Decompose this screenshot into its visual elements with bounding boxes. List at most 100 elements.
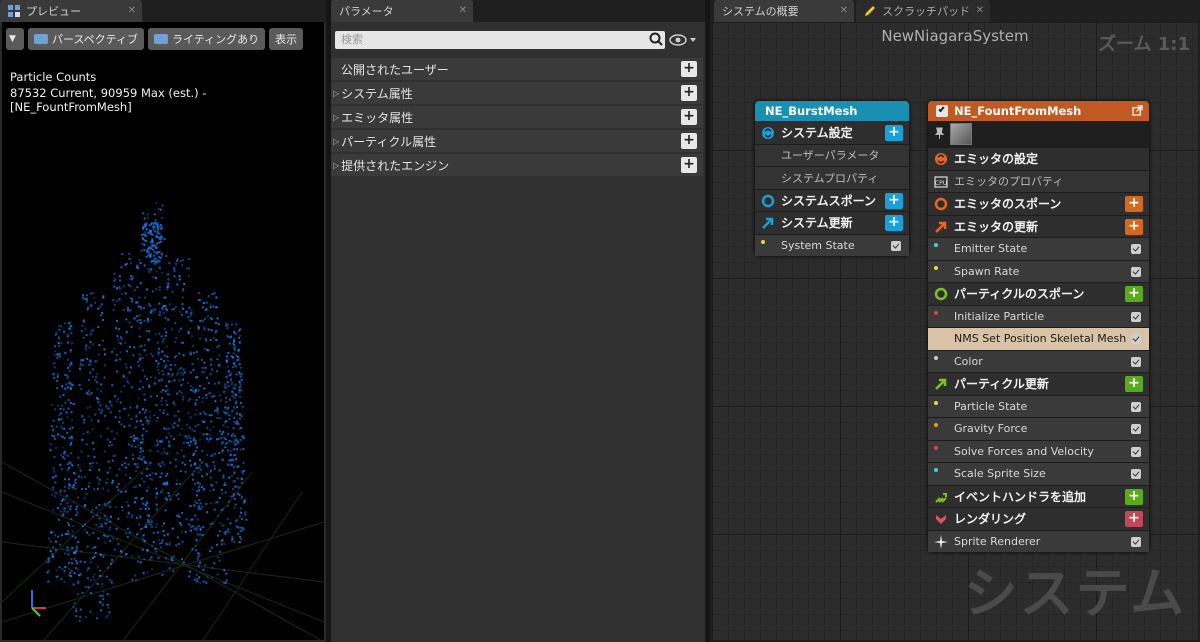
module-item[interactable]: Solve Forces and Velocity [928,439,1149,462]
module-item[interactable]: NMS Set Position Skeletal Mesh [928,327,1149,350]
param-row-user[interactable]: 公開されたユーザー + [331,58,703,80]
open-external-icon[interactable] [1132,105,1143,116]
check-icon [938,105,945,113]
enable-checkbox[interactable] [1131,334,1141,344]
options-dropdown-button[interactable]: ▼ [6,28,24,50]
node-items: システム設定 + ユーザーパラメータ システムプロパティ システムスポーン + システム更新… [755,121,909,256]
tab-scratch-label: スクラッチパッド [882,5,970,18]
enable-checkbox[interactable] [891,240,901,251]
stage-section[interactable]: エミッタの更新 + [928,214,1149,237]
tab-system-overview[interactable]: システムの概要 ✕ [714,0,854,22]
param-row-emitter[interactable]: ▷ エミッタ属性 + [331,106,703,128]
add-module-icon[interactable]: + [1125,488,1143,505]
perspective-button[interactable]: パースペクティブ [28,28,145,50]
enable-checkbox[interactable] [1131,266,1141,277]
stage-section[interactable]: システム設定 + [755,121,909,144]
param-row-label: エミッタ属性 [341,110,414,125]
item-label: Sprite Renderer [954,534,1041,548]
expand-arrow-icon[interactable]: ▷ [333,113,339,122]
module-item[interactable]: Scale Sprite Size [928,462,1149,485]
emitter-node-fount[interactable]: NE_FountFromMesh エミッタの設定 CPU エミッタのプロパティ エミッ… [928,101,1149,552]
module-item[interactable]: Emitter State [928,237,1149,260]
add-icon[interactable]: + [681,157,697,173]
module-item[interactable]: システムプロパティ [755,166,909,189]
add-module-icon[interactable]: + [1125,376,1143,392]
param-row-engine[interactable]: ▷ 提供されたエンジン + [331,154,703,176]
stage-section[interactable]: パーティクル更新 + [928,372,1149,395]
preview-panel: プレビュー ✕ ▼ パースペクティブ ライティングあり 表示 Particle … [0,0,326,642]
add-module-icon[interactable]: + [885,215,903,231]
enable-checkbox[interactable] [1131,469,1141,479]
tab-preview[interactable]: プレビュー ✕ [0,0,142,22]
show-button[interactable]: 表示 [269,28,304,50]
stage-section[interactable]: システムスポーン + [755,188,909,211]
emitter-thumbnail[interactable] [950,123,972,145]
tab-parameters[interactable]: パラメータ ✕ [331,0,473,22]
module-item[interactable]: Spawn Rate [928,259,1149,282]
stage-section[interactable]: レンダリング + [928,507,1149,530]
enable-checkbox[interactable] [1131,311,1141,322]
search-icon [649,32,663,46]
item-label: Initialize Particle [954,309,1045,323]
module-item[interactable]: Color [928,349,1149,372]
add-icon[interactable]: + [681,85,697,101]
update-arrow-icon [935,221,947,233]
node-header[interactable]: NE_FountFromMesh [928,101,1149,121]
add-module-icon[interactable]: + [885,192,903,209]
module-item[interactable]: Sprite Renderer [928,529,1149,552]
enable-checkbox[interactable] [1131,536,1141,547]
node-header[interactable]: NE_BurstMesh [755,101,909,121]
stage-section[interactable]: パーティクルのスポーン + [928,282,1149,305]
emitter-node-burst[interactable]: NE_BurstMesh システム設定 + ユーザーパラメータ システムプロパティ シス… [755,101,909,256]
enable-checkbox[interactable] [1131,446,1141,457]
param-row-system[interactable]: ▷ システム属性 + [331,82,703,104]
search-input[interactable]: 検索 [335,31,665,49]
stage-section[interactable]: システム更新 + [755,211,909,234]
expand-arrow-icon[interactable]: ▷ [333,161,339,170]
module-item[interactable]: ユーザーパラメータ [755,143,909,166]
tab-scratch-pad[interactable]: スクラッチパッド ✕ [856,0,990,22]
cpu-icon: CPU [934,175,948,188]
expand-arrow-icon[interactable]: ▷ [333,89,339,98]
graph-tabstrip: システムの概要 ✕ スクラッチパッド ✕ [710,0,1200,22]
svg-text:CPU: CPU [935,180,947,187]
add-icon[interactable]: + [681,109,697,125]
particle-counts-line: 87532 Current, 90959 Max (est.) - [NE_Fo… [10,86,207,114]
module-dot-icon [934,400,938,405]
close-icon[interactable]: ✕ [840,5,848,16]
stage-section[interactable]: エミッタのスポーン + [928,192,1149,215]
lighting-button[interactable]: ライティングあり [148,28,266,50]
expand-arrow-icon[interactable]: ▷ [333,137,339,146]
enable-checkbox[interactable] [1131,424,1141,434]
module-item[interactable]: Particle State [928,394,1149,417]
param-row-label: パーティクル属性 [341,134,437,149]
add-module-icon[interactable]: + [1125,196,1143,212]
enable-checkbox[interactable] [936,105,948,117]
enable-checkbox[interactable] [1131,356,1141,367]
module-item[interactable]: CPU エミッタのプロパティ [928,169,1149,192]
close-icon[interactable]: ✕ [976,5,984,16]
param-row-particle[interactable]: ▷ パーティクル属性 + [331,130,703,152]
preview-viewport[interactable]: ▼ パースペクティブ ライティングあり 表示 Particle Counts 8… [0,22,326,642]
add-icon[interactable]: + [681,61,697,77]
module-item[interactable]: Gravity Force [928,417,1149,440]
module-item[interactable]: Initialize Particle [928,304,1149,327]
enable-checkbox[interactable] [1131,401,1141,412]
module-dot-icon [934,423,938,427]
add-module-icon[interactable]: + [1125,286,1143,302]
add-module-icon[interactable]: + [885,125,903,141]
item-label: パーティクルのスポーン [954,287,1085,302]
close-icon[interactable]: ✕ [459,5,467,16]
system-settings-icon [762,127,774,139]
add-icon[interactable]: + [681,133,697,149]
add-module-icon[interactable]: + [1125,511,1143,527]
stage-section[interactable]: エミッタの設定 [928,147,1149,170]
enable-checkbox[interactable] [1131,244,1141,254]
pin-icon[interactable] [934,127,945,140]
module-item[interactable]: System State [755,233,909,256]
add-module-icon[interactable]: + [1125,218,1143,235]
close-icon[interactable]: ✕ [128,5,136,16]
stage-section[interactable]: イベントハンドラを追加 + [928,484,1149,507]
visibility-eye-icon[interactable] [669,32,699,48]
graph-canvas[interactable]: NewNiagaraSystem ズーム 1:1 システム NE_BurstMe… [710,22,1200,642]
